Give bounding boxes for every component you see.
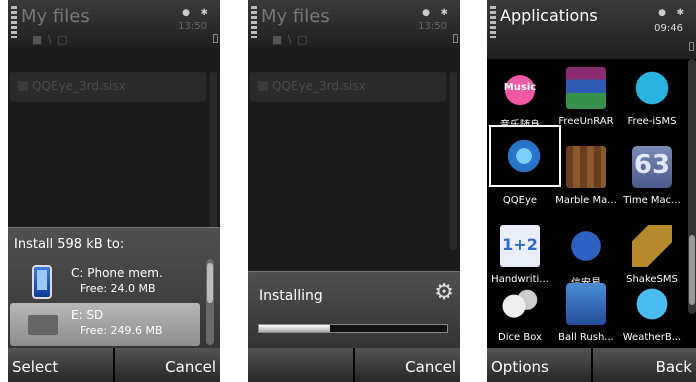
install-location-dialog: Install 598 kB to: C: Phone mem. Free: 2… [8,227,220,348]
file-item-qqeye-sisx[interactable]: QQEye_3rd.sisx [250,72,446,102]
softkey-bar: Options Back [487,348,696,382]
battery-icon [689,42,694,51]
options-softkey[interactable]: Options [487,348,591,382]
app-title: My files [21,6,90,27]
file-name: QQEye_3rd.sisx [272,79,366,93]
folder-path: ■ \ □ [272,33,309,46]
winrar-icon [566,67,606,109]
app-ball-rush[interactable]: Ball Rush... [553,275,619,354]
cancel-softkey[interactable]: Cancel [115,348,220,382]
app-dice-box[interactable]: Dice Box [487,275,553,354]
bluetooth-icon: ✱ [676,8,684,18]
clock: 09:46 [654,23,683,34]
bluetooth-icon: ✱ [440,8,448,18]
dialog-title: Install 598 kB to: [14,237,125,252]
select-softkey[interactable]: Select [8,348,113,382]
signal-strength-icon [251,6,257,38]
app-label: Ball Rush... [558,332,614,343]
list-scrollbar[interactable] [210,72,217,250]
install-progress-bar [258,324,448,333]
signal-strength-icon [11,6,17,38]
app-label: QQEye [502,195,538,206]
connection-icon: ● [658,8,666,18]
back-softkey[interactable]: Back [592,348,696,382]
envelope-icon [632,225,672,267]
handwriting-icon: 1+2 [500,225,540,267]
app-title: Applications [500,6,598,25]
app-grid-scrollbar[interactable] [688,59,696,314]
status-bar: Applications ● ✱ 09:46 [487,0,696,59]
phone-screen-install-location: My files ● ✱ 13:50 ■ \ □ QQEye_3rd.sisx … [8,0,220,382]
app-freeunrar[interactable]: FreeUnRAR [553,59,619,138]
app-time-machine[interactable]: 63 Time Mac... [619,138,685,217]
option-name: E: SD [71,308,104,322]
file-item-qqeye-sisx[interactable]: QQEye_3rd.sisx [10,72,206,102]
app-label: Marble Ma... [555,195,617,206]
option-free-space: Free: 24.0 MB [80,282,156,295]
battery-icon [453,34,458,43]
connection-icon: ● [182,8,190,18]
file-name: QQEye_3rd.sisx [32,79,126,93]
signal-strength-icon [490,6,496,38]
app-qqeye[interactable] [489,125,561,187]
shield-icon [566,225,606,267]
weather-icon [632,283,672,325]
qqeye-icon [506,135,546,177]
phone-screen-applications: Applications ● ✱ 09:46 Music音乐随身 FreeUnR… [487,0,696,382]
cancel-softkey[interactable]: Cancel [355,348,460,382]
status-bar: My files ● ✱ 13:50 ■ \ □ [8,0,220,47]
app-weather[interactable]: WeatherB... [619,275,685,354]
softkey-bar: Cancel [248,348,460,382]
dialog-scrollbar[interactable] [206,259,214,345]
ball-rush-icon [566,283,606,325]
clock: 13:50 [418,21,447,32]
phone-screen-installing: My files ● ✱ 13:50 ■ \ □ QQEye_3rd.sisx … [248,0,460,382]
left-softkey[interactable] [248,348,353,382]
list-scrollbar[interactable] [450,72,457,250]
folder-path: ■ \ □ [32,33,69,46]
chat-bubble-icon [632,67,672,109]
installing-label: Installing [259,288,323,304]
battery-icon [213,34,218,43]
status-bar: My files ● ✱ 13:50 ■ \ □ [248,0,460,47]
installing-dialog: Installing ⚙ [248,271,460,348]
sd-card-icon [28,315,58,335]
app-label: Dice Box [498,332,542,343]
app-label: WeatherB... [622,332,682,343]
file-icon [258,81,268,91]
option-sd-card[interactable]: E: SD Free: 249.6 MB [10,303,200,346]
music-icon: Music [500,67,540,109]
gear-icon: ⚙ [434,280,454,305]
app-label: Time Mac... [623,195,681,206]
app-free-isms[interactable]: Free-iSMS [619,59,685,138]
option-name: C: Phone mem. [71,266,163,280]
install-progress-fill [259,325,331,332]
connection-icon: ● [422,8,430,18]
softkey-bar: Select Cancel [8,348,220,382]
clock: 13:50 [178,21,207,32]
app-marble-maze[interactable]: Marble Ma... [553,138,619,217]
time-machine-icon: 63 [632,146,672,188]
marble-maze-icon [566,146,606,188]
option-phone-memory[interactable]: C: Phone mem. Free: 24.0 MB [10,261,200,304]
option-free-space: Free: 249.6 MB [80,324,163,337]
phone-memory-icon [32,265,52,299]
bluetooth-icon: ✱ [200,8,208,18]
app-title: My files [261,6,330,27]
dice-icon [500,283,540,325]
app-label: Free-iSMS [627,116,677,127]
file-icon [18,81,28,91]
